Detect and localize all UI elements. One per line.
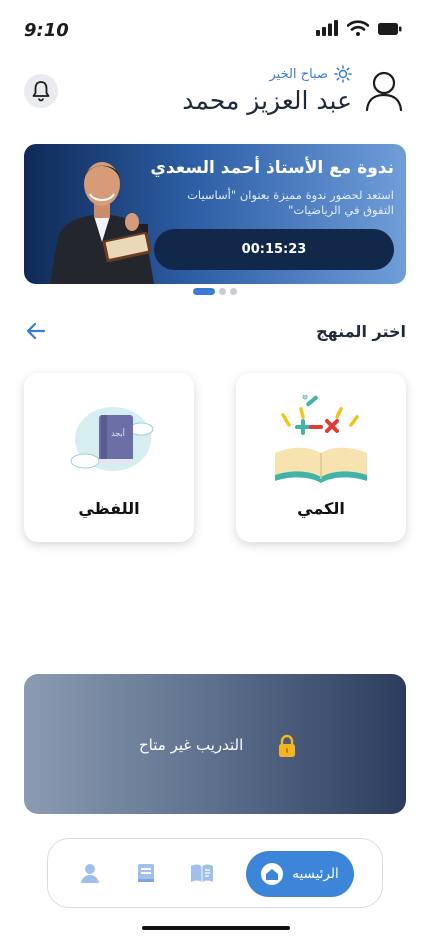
arrow-left-icon xyxy=(26,322,46,340)
notifications-button[interactable] xyxy=(24,74,58,108)
training-unavailable-text: التدريب غير متاح xyxy=(139,736,244,754)
home-indicator xyxy=(142,926,290,930)
section-title: اختر المنهج xyxy=(316,322,406,341)
training-locked-panel: التدريب غير متاح xyxy=(24,674,406,814)
nav-profile[interactable] xyxy=(78,861,102,885)
back-button[interactable] xyxy=(24,320,48,342)
battery-icon xyxy=(378,23,402,35)
pager-dot-active[interactable] xyxy=(193,288,215,295)
bell-icon xyxy=(32,81,50,102)
nav-home-label: الرئيسيه xyxy=(292,866,339,882)
banner-description: استعد لحضور ندوة مميزة بعنوان "أساسيات ا… xyxy=(187,188,394,217)
curriculum-card-label: الكمي xyxy=(297,499,345,518)
arabic-book-icon: أبجد xyxy=(70,407,154,471)
countdown-timer: 00:15:23 xyxy=(154,229,394,270)
wifi-icon xyxy=(347,20,369,36)
user-icon xyxy=(365,71,403,112)
open-book-icon xyxy=(191,864,213,882)
pager-dot[interactable] xyxy=(230,288,237,295)
lock-icon xyxy=(279,734,295,757)
nav-home[interactable]: الرئيسيه xyxy=(246,851,354,897)
user-name: عبد العزيز محمد xyxy=(182,86,352,115)
home-icon xyxy=(261,863,284,885)
header: صباح الخير عبد العزيز محمد xyxy=(0,62,430,122)
status-icons xyxy=(316,20,402,36)
signal-icon xyxy=(316,20,338,36)
nav-courses[interactable] xyxy=(190,861,214,885)
greeting: صباح الخير xyxy=(269,65,352,83)
curriculum-card-label: اللفظي xyxy=(78,499,140,518)
seminar-banner[interactable]: ندوة مع الأستاذ أحمد السعدي استعد لحضور … xyxy=(24,144,406,284)
banner-pager xyxy=(0,288,430,295)
pager-dot[interactable] xyxy=(219,288,226,295)
sun-icon xyxy=(334,65,352,83)
status-time: 9:10 xyxy=(24,20,69,41)
bottom-nav: الرئيسيه xyxy=(47,838,383,908)
nav-library[interactable] xyxy=(134,861,158,885)
curriculum-card-verbal[interactable]: أبجد اللفظي xyxy=(24,373,194,542)
math-book-icon xyxy=(275,395,367,483)
banner-title: ندوة مع الأستاذ أحمد السعدي xyxy=(150,158,394,178)
curriculum-card-quantitative[interactable]: الكمي xyxy=(236,373,406,542)
svg-text:أبجد: أبجد xyxy=(111,428,125,438)
book-icon xyxy=(138,864,154,882)
profile-icon xyxy=(81,864,99,883)
status-bar: 9:10 xyxy=(0,0,430,60)
greeting-text: صباح الخير xyxy=(269,66,328,82)
profile-button[interactable] xyxy=(364,70,404,112)
